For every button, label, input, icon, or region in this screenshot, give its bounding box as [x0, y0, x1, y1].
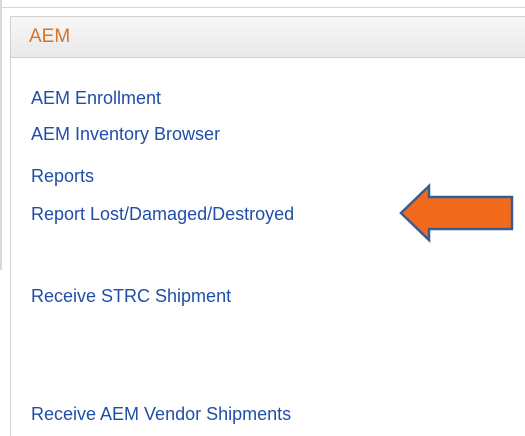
report-lost-damaged-destroyed-link[interactable]: Report Lost/Damaged/Destroyed: [31, 203, 294, 225]
reports-link[interactable]: Reports: [31, 165, 94, 187]
top-divider: [0, 7, 525, 8]
aem-inventory-browser-link[interactable]: AEM Inventory Browser: [31, 123, 220, 145]
receive-strc-shipment-link[interactable]: Receive STRC Shipment: [31, 285, 231, 307]
aem-enrollment-link[interactable]: AEM Enrollment: [31, 87, 161, 109]
panel-title: AEM: [29, 26, 71, 47]
page-canvas: AEM AEM Enrollment AEM Inventory Browser…: [0, 0, 525, 436]
receive-aem-vendor-shipments-link[interactable]: Receive AEM Vendor Shipments: [31, 403, 291, 425]
left-arrow-icon: [399, 183, 514, 243]
left-border: [0, 0, 2, 270]
panel-header: AEM: [11, 16, 525, 58]
